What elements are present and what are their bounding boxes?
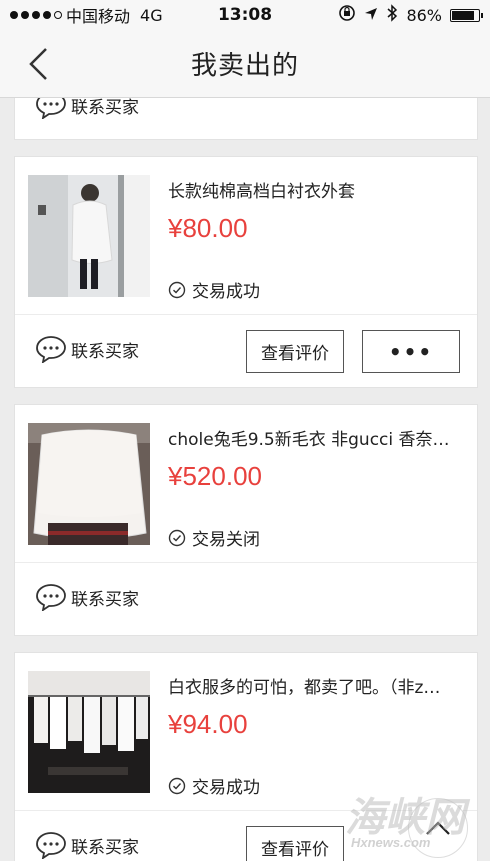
product-title[interactable]: 长款纯棉高档白衬衣外套 <box>168 177 468 202</box>
order-card-actions: 联系买家 查看评价 <box>15 811 477 861</box>
product-thumbnail[interactable] <box>28 671 150 793</box>
order-card-top[interactable]: 白衣服多的可怕，都卖了吧。（非z… ¥94.00 交易成功 <box>15 653 477 811</box>
carrier-label: 中国移动 <box>66 7 131 26</box>
view-review-button[interactable]: 查看评价 <box>246 330 344 373</box>
back-to-top-button[interactable] <box>408 798 468 858</box>
check-circle-icon <box>168 777 186 794</box>
order-card-top[interactable]: 长款纯棉高档白衬衣外套 ¥80.00 交易成功 <box>15 157 477 315</box>
order-list[interactable]: 联系买家 长款纯棉高档白衬衣外套 ¥80.00 交易成功 联系买家 查看评价 •… <box>0 98 490 861</box>
status-right: 86% <box>338 4 483 26</box>
product-thumbnail[interactable] <box>28 175 150 297</box>
more-options-button[interactable]: ••• <box>362 330 460 373</box>
chevron-up-icon <box>426 821 450 835</box>
contact-label: 联系买家 <box>71 98 139 118</box>
trade-status-label: 交易成功 <box>192 778 260 798</box>
check-circle-icon <box>168 281 186 298</box>
bluetooth-icon <box>386 4 398 26</box>
status-bar: 中国移动 4G 13:08 86% <box>0 0 490 30</box>
back-button[interactable] <box>18 44 58 84</box>
contact-label: 联系买家 <box>71 341 139 362</box>
battery-fill <box>452 10 475 20</box>
view-review-button[interactable]: 查看评价 <box>246 826 344 861</box>
check-circle-icon <box>168 529 186 546</box>
order-card-top[interactable]: chole兔毛9.5新毛衣 非gucci 香奈… ¥520.00 交易关闭 <box>15 405 477 563</box>
trade-status: 交易关闭 <box>168 525 260 550</box>
order-card-actions: 联系买家 <box>15 563 477 635</box>
trade-status: 交易成功 <box>168 277 260 302</box>
order-card-actions: 联系买家 查看评价 ••• <box>15 315 477 387</box>
signal-strength-icon <box>10 11 62 19</box>
chat-bubble-icon <box>36 98 66 119</box>
battery-percent: 86% <box>406 5 442 25</box>
product-title[interactable]: chole兔毛9.5新毛衣 非gucci 香奈… <box>168 425 468 450</box>
order-card-partial: 联系买家 <box>14 98 478 140</box>
product-thumbnail[interactable] <box>28 423 150 545</box>
chevron-left-icon <box>29 48 47 80</box>
contact-label: 联系买家 <box>71 589 139 610</box>
rotation-lock-icon <box>338 4 356 26</box>
battery-icon <box>450 8 483 22</box>
product-title[interactable]: 白衣服多的可怕，都卖了吧。（非z… <box>168 673 468 698</box>
order-card[interactable]: chole兔毛9.5新毛衣 非gucci 香奈… ¥520.00 交易关闭 联系… <box>14 404 478 636</box>
nav-bar: 我卖出的 <box>0 30 490 98</box>
status-left: 中国移动 4G <box>10 3 163 27</box>
trade-status-label: 交易关闭 <box>192 530 260 550</box>
chat-bubble-icon <box>36 832 66 859</box>
contact-buyer-button[interactable]: 联系买家 <box>35 335 139 363</box>
trade-status-label: 交易成功 <box>192 282 260 302</box>
contact-buyer-button[interactable]: 联系买家 <box>35 831 139 859</box>
contact-buyer-button[interactable]: 联系买家 <box>35 583 139 611</box>
chat-bubble-icon <box>36 584 66 611</box>
chat-bubble-icon <box>36 336 66 363</box>
contact-label: 联系买家 <box>71 837 139 858</box>
location-icon <box>364 6 378 25</box>
product-price: ¥94.00 <box>168 709 248 739</box>
page-title: 我卖出的 <box>190 51 299 81</box>
product-price: ¥80.00 <box>168 213 248 243</box>
trade-status: 交易成功 <box>168 773 260 798</box>
product-price: ¥520.00 <box>168 461 262 491</box>
order-card[interactable]: 长款纯棉高档白衬衣外套 ¥80.00 交易成功 联系买家 查看评价 ••• <box>14 156 478 388</box>
network-label: 4G <box>140 5 163 25</box>
contact-buyer-button[interactable]: 联系买家 <box>35 98 139 119</box>
